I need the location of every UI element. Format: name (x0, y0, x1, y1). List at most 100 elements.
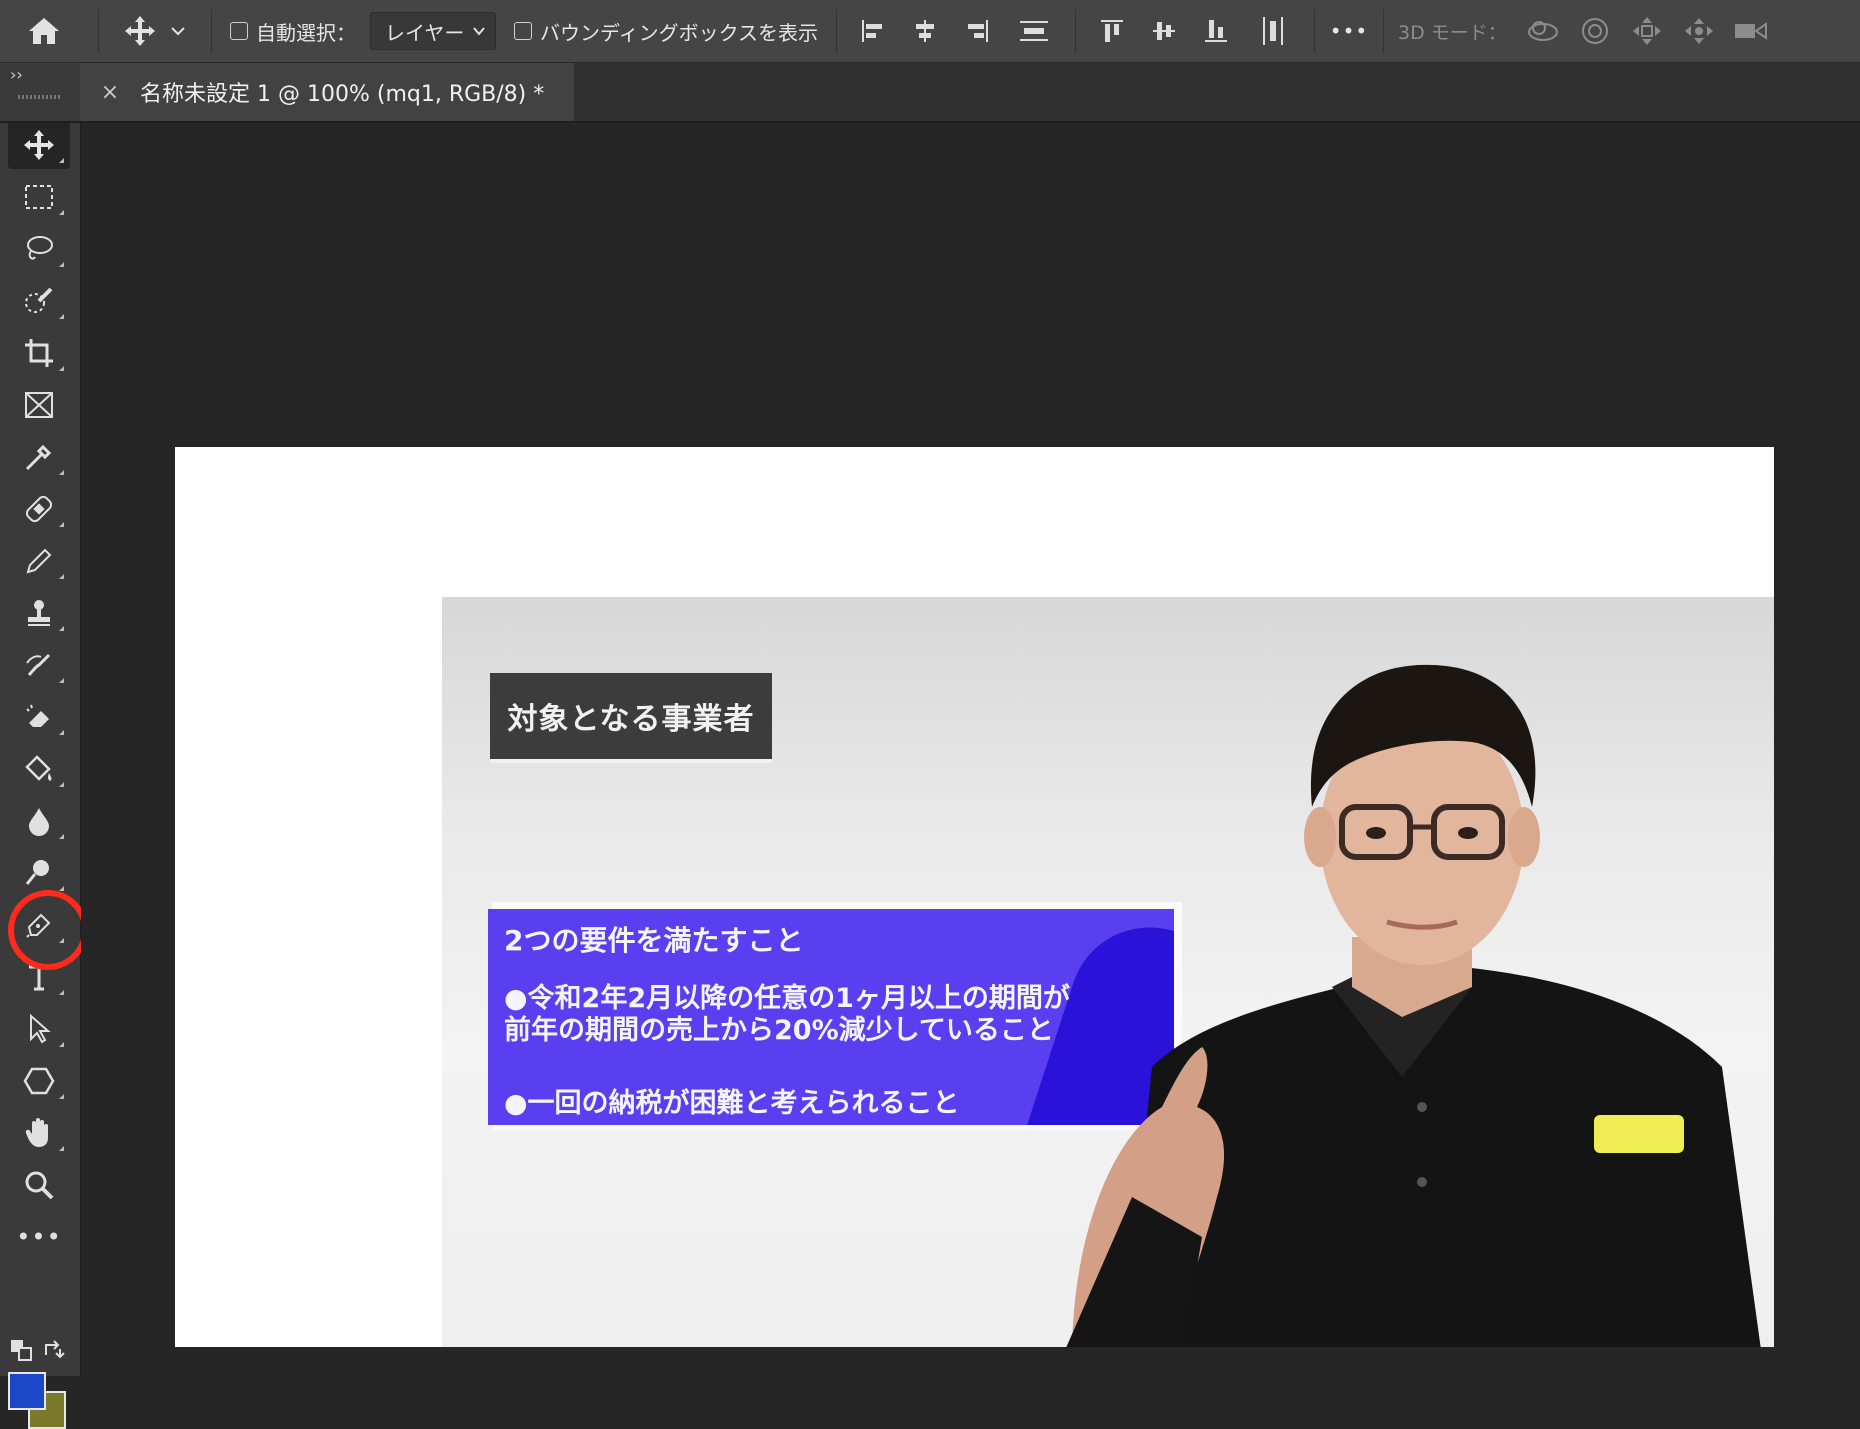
marquee-tool[interactable] (8, 173, 70, 221)
distribute-vertical-icon (1263, 17, 1283, 45)
align-bottom-icon (1205, 20, 1227, 42)
align-top-button[interactable] (1086, 9, 1138, 53)
align-bottom-button[interactable] (1190, 9, 1242, 53)
flyout-indicator (59, 834, 64, 839)
3d-roll-icon (1581, 18, 1608, 44)
video-camera-icon (1734, 22, 1767, 40)
tool-preset-picker[interactable] (109, 9, 201, 53)
zoom-tool[interactable] (8, 1161, 70, 1209)
pencil-icon (26, 548, 52, 574)
align-right-button[interactable] (951, 9, 1003, 53)
flyout-indicator (59, 522, 64, 527)
separator (1075, 9, 1076, 53)
stamp-icon (28, 600, 50, 626)
auto-select-target-dropdown[interactable]: レイヤー (370, 12, 496, 50)
3d-orbit-button[interactable] (1517, 9, 1569, 53)
lasso-tool[interactable] (8, 225, 70, 273)
quick-selection-icon (25, 287, 53, 313)
auto-select-label: 自動選択： (256, 20, 356, 45)
panel-grip[interactable] (18, 95, 60, 99)
frame-icon (25, 392, 53, 418)
align-top-icon (1101, 20, 1123, 42)
eyedropper-tool[interactable] (8, 433, 70, 481)
3d-mode-label: 3D モード： (1398, 21, 1507, 44)
close-tab-icon[interactable]: × (98, 80, 122, 105)
paint-bucket-tool[interactable] (8, 745, 70, 793)
3d-pan-button[interactable] (1621, 9, 1673, 53)
move-icon (125, 16, 155, 46)
home-icon (29, 18, 59, 44)
default-colors-icon[interactable] (10, 1339, 32, 1361)
crop-icon (25, 339, 53, 367)
align-left-button[interactable] (847, 9, 899, 53)
info-heading: 2つの要件を満たすこと (504, 924, 804, 957)
home-button[interactable] (0, 9, 88, 53)
flyout-indicator (59, 990, 64, 995)
separator (98, 9, 99, 53)
path-selection-tool[interactable] (8, 1005, 70, 1053)
healing-brush-tool[interactable] (8, 485, 70, 533)
chevron-down-icon (473, 27, 485, 36)
document-tab-bar: × 名称未設定 1 @ 100% (mq1, RGB/8) * (80, 63, 1860, 121)
clone-stamp-tool[interactable] (8, 589, 70, 637)
hexagon-icon (23, 1067, 55, 1095)
align-vertical-center-button[interactable] (1138, 9, 1190, 53)
align-group-horizontal (847, 9, 1065, 53)
placed-photo-layer[interactable]: 対象となる事業者 2つの要件を満たすこと ●令和2年2月以降の任意の1ヶ月以上の… (442, 597, 1774, 1347)
shape-tool[interactable] (8, 1057, 70, 1105)
checkbox-box[interactable] (514, 22, 532, 40)
align-horizontal-center-icon (916, 20, 934, 42)
eraser-tool[interactable] (8, 693, 70, 741)
3d-roll-button[interactable] (1569, 9, 1621, 53)
crop-tool[interactable] (8, 329, 70, 377)
3d-slide-button[interactable] (1673, 9, 1725, 53)
swap-colors-icon[interactable] (42, 1337, 66, 1361)
3d-slide-icon (1684, 18, 1713, 44)
move-tool[interactable] (8, 121, 70, 169)
hand-tool[interactable] (8, 1109, 70, 1157)
distribute-vertical-button[interactable] (1242, 9, 1304, 53)
edit-toolbar-button[interactable]: ••• (8, 1213, 70, 1261)
align-horizontal-center-button[interactable] (899, 9, 951, 53)
chevron-down-icon (171, 27, 185, 36)
bounding-box-label: バウンディングボックスを表示 (540, 20, 818, 45)
flyout-indicator (59, 314, 64, 319)
history-brush-tool[interactable] (8, 641, 70, 689)
move-icon (24, 130, 54, 160)
separator (1314, 9, 1315, 53)
info-point-2: ●一回の納税が困難と考えられること (504, 1088, 960, 1119)
brush-tool[interactable] (8, 537, 70, 585)
flyout-indicator (59, 1042, 64, 1047)
document-tab[interactable]: × 名称未設定 1 @ 100% (mq1, RGB/8) * (80, 63, 574, 121)
3d-camera-button[interactable] (1725, 9, 1777, 53)
pen-tool-highlight-annotation (8, 890, 88, 970)
tools-panel: ›› ••• (0, 63, 81, 1429)
title-card: 対象となる事業者 (490, 673, 772, 759)
separator (836, 9, 837, 53)
3d-orbit-icon (1527, 21, 1558, 41)
align-vertical-center-icon (1153, 22, 1175, 40)
blur-tool[interactable] (8, 797, 70, 845)
flyout-indicator (59, 678, 64, 683)
dropdown-value: レイヤー (385, 20, 465, 45)
auto-select-checkbox[interactable]: 自動選択： (230, 17, 356, 46)
info-point-1: ●令和2年2月以降の任意の1ヶ月以上の期間が 前年の期間の売上から20%減少して… (504, 983, 1070, 1047)
checkbox-box[interactable] (230, 22, 248, 40)
flyout-indicator (59, 574, 64, 579)
rectangular-marquee-icon (25, 185, 53, 209)
quick-selection-tool[interactable] (8, 277, 70, 325)
info-point-1-line-1: ●令和2年2月以降の任意の1ヶ月以上の期間が (504, 983, 1070, 1014)
paint-bucket-icon (25, 755, 52, 781)
dodge-tool[interactable] (8, 849, 70, 897)
flyout-indicator (59, 1146, 64, 1151)
foreground-color-swatch[interactable] (8, 1372, 46, 1410)
flyout-indicator (59, 782, 64, 787)
history-brush-icon (26, 653, 51, 677)
collapse-panel-button[interactable]: ›› (10, 65, 23, 84)
distribute-horizontal-button[interactable] (1003, 9, 1065, 53)
show-bounding-box-checkbox[interactable]: バウンディングボックスを表示 (514, 17, 818, 46)
flyout-indicator (59, 210, 64, 215)
more-options-button[interactable]: ••• (1325, 9, 1373, 53)
frame-tool[interactable] (8, 381, 70, 429)
separator (1383, 9, 1384, 53)
